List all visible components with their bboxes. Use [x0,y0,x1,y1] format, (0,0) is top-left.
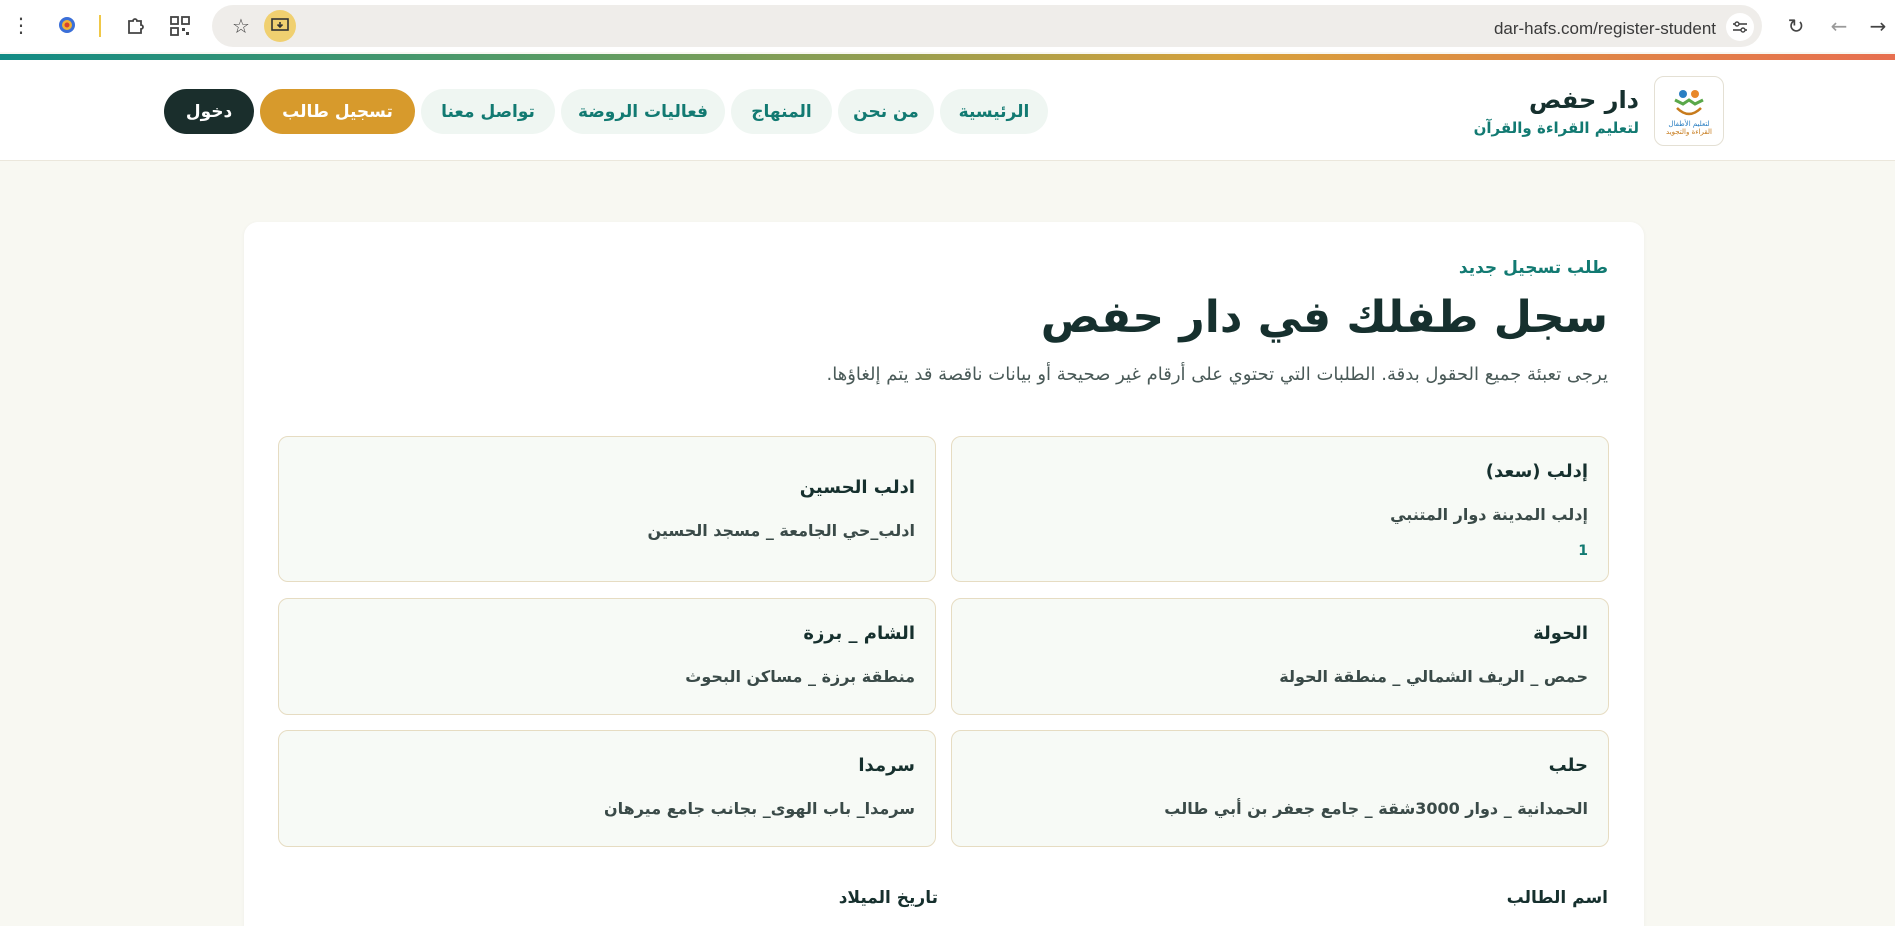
install-app-icon[interactable] [264,10,296,42]
url-text[interactable]: dar-hafs.com/register-student [1494,19,1716,39]
site-header: لتعليم الأطفال القراءة والتجويد دار حفص … [0,60,1895,161]
branch-address: إدلب المدينة دوار المتنبي [1390,505,1588,524]
branch-name: الحولة [1533,623,1588,644]
branch-name: حلب [1548,755,1588,776]
reload-icon[interactable]: ↻ [1782,12,1810,40]
branch-card-idlib-hussein[interactable]: ادلب الحسين ادلب_حي الجامعة _ مسجد الحسي… [278,436,936,582]
brand-tagline: لتعليم القراءة والقرآن [1473,119,1639,137]
address-bar[interactable]: ☆ dar-hafs.com/register-student [212,5,1762,47]
nav-home[interactable]: الرئيسية [940,89,1048,134]
branch-name: سرمدا [858,755,915,776]
bookmark-star-icon[interactable]: ☆ [228,13,254,39]
branch-name: الشام _ برزة [803,623,915,644]
more-menu-icon[interactable]: ⋮ [8,12,34,38]
student-name-label: اسم الطالب [1506,888,1608,908]
nav-curriculum[interactable]: المنهاج [731,89,832,134]
logo-text-line1: لتعليم الأطفال [1668,120,1710,128]
brand-name[interactable]: دار حفص [1529,86,1639,114]
extensions-puzzle-icon[interactable] [122,12,150,40]
branch-card-houla[interactable]: الحولة حمص _ الريف الشمالي _ منطقة الحول… [951,598,1609,715]
login-button[interactable]: دخول [164,89,254,134]
form-description: يرجى تعبئة جميع الحقول بدقة. الطلبات الت… [826,364,1609,385]
back-arrow-icon[interactable]: ← [1825,12,1853,40]
branch-name: ادلب الحسين [799,477,915,498]
toolbar-divider [99,15,101,37]
qr-code-icon[interactable] [166,12,194,40]
branch-address: منطقة برزة _ مساكن البحوث [685,667,915,686]
branch-card-sham-barzeh[interactable]: الشام _ برزة منطقة برزة _ مساكن البحوث [278,598,936,715]
branch-address: الحمدانية _ دوار 3000شقة _ جامع جعفر بن … [1164,799,1588,818]
birth-date-label: تاريخ الميلاد [838,888,938,908]
nav-about[interactable]: من نحن [838,89,934,134]
browser-toolbar: ⋮ ☆ dar-hafs.com/register-student ↻ ← → [0,0,1895,52]
branch-number: 1 [1578,543,1588,559]
registration-card: طلب تسجيل جديد سجل طفلك في دار حفص يرجى … [244,222,1644,926]
form-eyebrow: طلب تسجيل جديد [1458,258,1608,278]
branch-address: سرمدا_ باب الهوى_ بجانب جامع ميرهان [603,799,915,818]
nav-kindergarten-events[interactable]: فعاليات الروضة [561,89,725,134]
extension-globe-icon[interactable] [54,12,80,38]
logo-text-line2: القراءة والتجويد [1666,128,1712,136]
branch-name: إدلب (سعد) [1485,461,1588,482]
branch-address: ادلب_حي الجامعة _ مسجد الحسين [647,521,915,540]
forward-arrow-icon[interactable]: → [1864,12,1892,40]
branch-card-sarmada[interactable]: سرمدا سرمدا_ باب الهوى_ بجانب جامع ميرها… [278,730,936,847]
branch-address: حمص _ الريف الشمالي _ منطقة الحولة [1279,667,1588,686]
branch-card-aleppo[interactable]: حلب الحمدانية _ دوار 3000شقة _ جامع جعفر… [951,730,1609,847]
site-logo[interactable]: لتعليم الأطفال القراءة والتجويد [1654,76,1724,146]
register-student-button[interactable]: تسجيل طالب [260,89,415,134]
branch-card-idlib-saad[interactable]: إدلب (سعد) إدلب المدينة دوار المتنبي 1 [951,436,1609,582]
nav-contact[interactable]: تواصل معنا [421,89,555,134]
page-title: سجل طفلك في دار حفص [1040,292,1608,343]
site-settings-icon[interactable] [1726,13,1754,41]
logo-children-icon [1669,86,1709,120]
